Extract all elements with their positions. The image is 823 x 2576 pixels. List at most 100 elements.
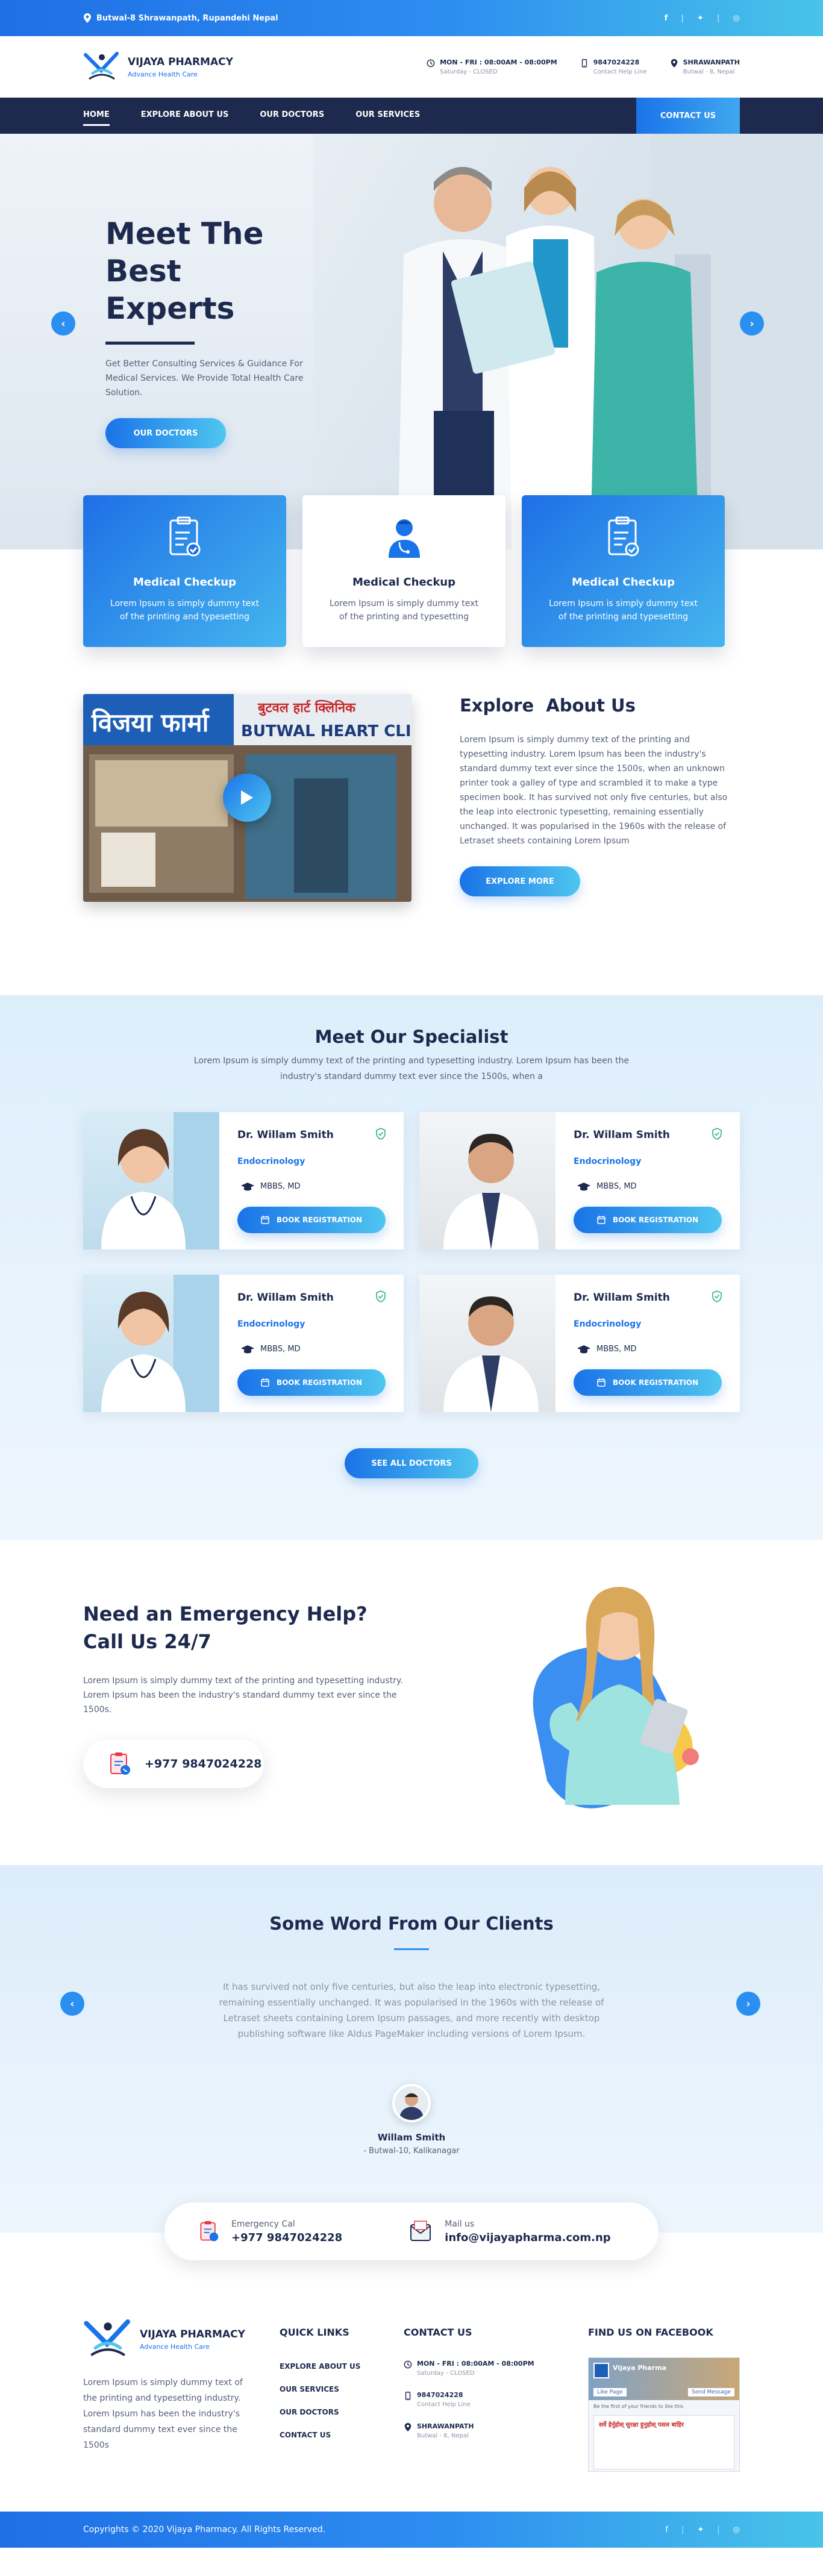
graduation-cap-icon: [241, 1182, 254, 1190]
emergency-title-line2: Call Us 24/7: [83, 1630, 211, 1653]
book-registration-button[interactable]: BOOK REGISTRATION: [574, 1207, 722, 1233]
twitter-icon[interactable]: ✦: [697, 14, 704, 23]
feature-title: Medical Checkup: [572, 576, 675, 589]
explore-more-button[interactable]: EXPLORE MORE: [460, 866, 580, 896]
verified-badge-icon: [712, 1290, 722, 1302]
clipboard-check-icon: [608, 516, 639, 557]
top-social: f | ✦ | ◎: [664, 13, 740, 23]
footer-about: VIJAYA PHARMACY Advance Health Care Lore…: [83, 2317, 246, 2472]
nav-our-services[interactable]: OUR SERVICES: [355, 105, 420, 126]
phone-sub: Contact Help Line: [593, 69, 647, 75]
facebook-page-name: Vijaya Pharma: [613, 2364, 666, 2372]
testimonial-prev-arrow[interactable]: ‹: [60, 1992, 84, 2016]
doctor-degree-text: MBBS, MD: [596, 1182, 637, 1191]
footer-location-title: SHRAWANPATH: [417, 2422, 474, 2430]
testimonial-next-arrow[interactable]: ›: [736, 1992, 760, 2016]
book-registration-button[interactable]: BOOK REGISTRATION: [237, 1207, 386, 1233]
footer-location: SHRAWANPATH Butwal - 8, Nepal: [404, 2422, 554, 2439]
instagram-icon[interactable]: ◎: [733, 14, 740, 23]
main-nav: HOME EXPLORE ABOUT US OUR DOCTORS OUR SE…: [0, 98, 823, 134]
footer-link-explore-about-us[interactable]: EXPLORE ABOUT US: [280, 2362, 370, 2371]
nav-explore-about-us[interactable]: EXPLORE ABOUT US: [141, 105, 229, 126]
footer-link-our-services[interactable]: OUR SERVICES: [280, 2385, 370, 2393]
instagram-icon[interactable]: ◎: [733, 2525, 740, 2534]
emergency-description: Lorem Ipsum is simply dummy text of the …: [83, 1676, 403, 1715]
footer-brand-name: VIJAYA PHARMACY: [140, 2328, 245, 2340]
logo[interactable]: VIJAYA PHARMACY Advance Health Care: [83, 50, 233, 84]
emergency-phone-number: +977 9847024228: [145, 1757, 262, 1771]
phone-clipboard-icon: [110, 1752, 130, 1775]
verified-badge-icon: [376, 1290, 386, 1302]
about-title: Explore About Us: [460, 695, 636, 716]
emergency-phone-button[interactable]: +977 9847024228: [83, 1740, 264, 1788]
pharmacy-storefront-video[interactable]: विजया फार्मा बुटवल हार्ट क्लिनिक BUTWAL …: [83, 694, 411, 902]
sign-english: BUTWAL HEART CLINIC: [241, 722, 411, 740]
specialist-title: Meet Our Specialist: [314, 1027, 509, 1047]
hero-next-arrow[interactable]: ›: [740, 311, 764, 336]
book-button-label: BOOK REGISTRATION: [276, 1378, 363, 1387]
calendar-icon: [261, 1216, 269, 1224]
book-registration-button[interactable]: BOOK REGISTRATION: [574, 1369, 722, 1396]
mobile-phone-icon: [405, 2392, 411, 2400]
graduation-cap-icon: [577, 1182, 590, 1190]
doctor-degree: MBBS, MD: [241, 1345, 386, 1354]
mail-item[interactable]: Mail us info@vijayapharma.com.np: [408, 2219, 611, 2244]
footer-link-contact-us[interactable]: CONTACT US: [280, 2431, 370, 2439]
twitter-icon[interactable]: ✦: [697, 2525, 704, 2534]
facebook-like-button[interactable]: Like Page: [593, 2388, 627, 2396]
our-doctors-button[interactable]: OUR DOCTORS: [105, 418, 226, 448]
mail-icon: [410, 2221, 431, 2241]
feature-card-1[interactable]: Medical Checkup Lorem Ipsum is simply du…: [83, 495, 286, 647]
doctor-card: Dr. Willam Smith Endocrinology MBBS, MD …: [83, 1275, 404, 1412]
hero-prev-arrow[interactable]: ‹: [51, 311, 75, 336]
doctor-degree-text: MBBS, MD: [260, 1345, 301, 1354]
facebook-icon[interactable]: f: [665, 14, 668, 23]
location-pin-icon: [404, 2423, 411, 2431]
specialist-section: Meet Our Specialist Lorem Ipsum is simpl…: [0, 995, 823, 1540]
location-sub: Butwal - 8, Nepal: [683, 69, 735, 75]
call-value: +977 9847024228: [231, 2231, 343, 2244]
play-button[interactable]: [223, 774, 271, 822]
facebook-message-button[interactable]: Send Message: [688, 2388, 734, 2396]
nav-home[interactable]: HOME: [83, 105, 110, 126]
see-all-doctors-button[interactable]: SEE ALL DOCTORS: [345, 1448, 478, 1478]
phone-title: 9847024228: [593, 58, 640, 66]
nav-our-doctors[interactable]: OUR DOCTORS: [260, 105, 324, 126]
calendar-icon: [597, 1216, 606, 1224]
footer: VIJAYA PHARMACY Advance Health Care Lore…: [0, 2233, 823, 2512]
footer-location-sub: Butwal - 8, Nepal: [417, 2433, 469, 2439]
copyright-text: Copyrights © 2020 Vijaya Pharmacy. All R…: [83, 2525, 326, 2534]
doctor-name: Dr. Willam Smith: [237, 1292, 334, 1304]
pharmacy-logo-icon: [84, 2319, 130, 2357]
doctors-illustration: [398, 134, 823, 549]
footer-logo[interactable]: VIJAYA PHARMACY Advance Health Care: [83, 2317, 246, 2362]
book-button-label: BOOK REGISTRATION: [276, 1216, 363, 1224]
emergency-call-item[interactable]: Emergency Cal +977 9847024228: [198, 2219, 342, 2244]
book-registration-button[interactable]: BOOK REGISTRATION: [237, 1369, 386, 1396]
feature-card-2[interactable]: Medical Checkup Lorem Ipsum is simply du…: [302, 495, 505, 647]
brand-tagline: Advance Health Care: [128, 70, 198, 78]
footer-link-our-doctors[interactable]: OUR DOCTORS: [280, 2408, 370, 2416]
footer-hours: MON - FRI : 08:00AM - 08:00PM Saturday - …: [404, 2360, 554, 2377]
avatar: [392, 2084, 431, 2122]
header-info: MON - FRI : 08:00AM - 08:00PM Saturday - …: [427, 58, 740, 75]
pharmacy-logo-icon: [84, 52, 119, 80]
footer-phone[interactable]: 9847024228 Contact Help Line: [404, 2391, 554, 2408]
footer-brand-tagline: Advance Health Care: [140, 2342, 210, 2351]
testimonials-divider: [394, 1948, 429, 1950]
call-label: Emergency Cal: [231, 2219, 295, 2229]
facebook-page-avatar: [593, 2363, 609, 2378]
doctor-photo: [83, 1112, 219, 1249]
doctor-name: Dr. Willam Smith: [574, 1292, 670, 1304]
feature-card-3[interactable]: Medical Checkup Lorem Ipsum is simply du…: [522, 495, 725, 647]
facebook-icon[interactable]: f: [665, 2525, 668, 2534]
contact-us-button[interactable]: CONTACT US: [636, 98, 740, 134]
brand-name: VIJAYA PHARMACY: [128, 55, 233, 68]
facebook-page-widget[interactable]: Vijaya Pharma Like Page Send Message Be …: [588, 2357, 740, 2472]
header: VIJAYA PHARMACY Advance Health Care MON …: [0, 36, 823, 98]
sign-nepali: विजया फार्मा: [91, 708, 210, 737]
mobile-phone-icon: [581, 59, 587, 67]
phone-info[interactable]: 9847024228 Contact Help Line: [580, 58, 647, 75]
hero-description: Get Better Consulting Services & Guidanc…: [105, 359, 304, 398]
testimonials-section: Some Word From Our Clients It has surviv…: [0, 1865, 823, 2233]
